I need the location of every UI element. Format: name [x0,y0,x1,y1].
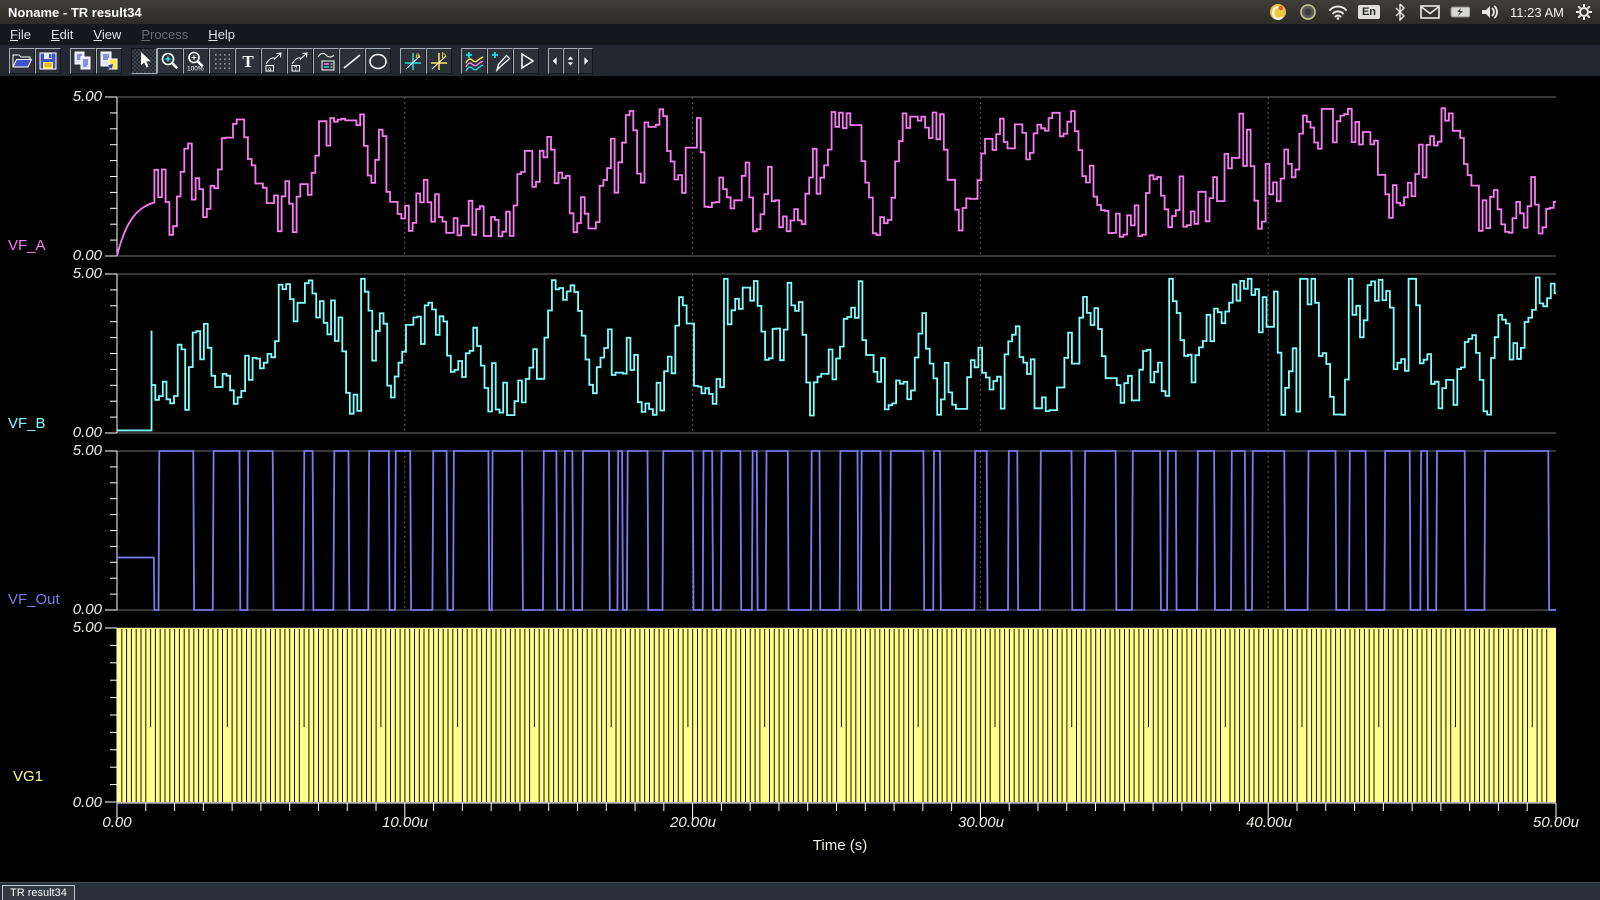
zoom-in-button[interactable] [157,48,183,74]
gear-icon[interactable] [1574,2,1594,22]
tab-bar: TR result34 [0,882,1600,900]
clock-text[interactable]: 11:23 AM [1510,5,1564,20]
zoom-100-icon: 100% [184,49,208,73]
mail-icon[interactable] [1420,2,1440,22]
ellipse-button[interactable] [365,48,391,74]
ellipse-icon [366,49,390,73]
x-tick-20: 20.00u [648,814,738,832]
grid-button[interactable] [209,48,235,74]
tab-tr-result34[interactable]: TR result34 [2,885,75,900]
zoom-in-icon [158,49,182,73]
probe-icon [488,49,512,73]
grid-icon [210,49,234,73]
app-blob-icon[interactable] [1268,2,1288,22]
zoom-100-button[interactable]: 100% [183,48,209,74]
open-icon [10,49,34,73]
line-icon [340,49,364,73]
run-button[interactable] [513,48,539,74]
window-title: Noname - TR result34 [0,5,142,20]
text-icon: T [236,49,260,73]
cursor-b-button[interactable]: b [426,48,452,74]
menu-file[interactable]: File [0,24,41,45]
x-tick-40: 40.00u [1224,814,1314,832]
menu-help[interactable]: Help [198,24,245,45]
nav-spinner-icon [564,49,577,73]
probe-button[interactable] [487,48,513,74]
svg-text:b: b [442,51,447,60]
wifi-icon[interactable] [1328,2,1348,22]
application-window: Noname - TR result34 En 11:23 AM Fil [0,0,1600,900]
select-button[interactable] [131,48,157,74]
annotate-curve-1-button[interactable]: a [261,48,287,74]
title-bar[interactable]: Noname - TR result34 En 11:23 AM [0,0,1600,25]
legend-button[interactable] [313,48,339,74]
vf_b-waveform [117,278,1556,431]
svg-text:?: ? [294,66,298,72]
bluetooth-icon[interactable] [1390,2,1410,22]
toolbar-group-4 [461,48,539,74]
battery-icon[interactable] [1450,2,1470,22]
toolbar-group-2: 100% Ta? [131,48,391,74]
volume-icon[interactable] [1480,2,1500,22]
y-min-label-panel4: 0.00 [36,794,102,812]
toolbar-group-5 [548,48,593,74]
nav-left-button[interactable] [548,48,563,74]
svg-text:a: a [416,51,421,60]
menu-edit[interactable]: Edit [41,24,83,45]
y-max-label-panel3: 5.00 [36,442,102,460]
keyboard-indicator[interactable]: En [1358,5,1380,19]
save-button[interactable] [35,48,61,74]
svg-text:100%: 100% [187,65,204,72]
annotate-curve-2-button[interactable]: ? [287,48,313,74]
y-max-label-panel1: 5.00 [36,88,102,106]
y-min-label-panel2: 0.00 [36,424,102,442]
y-max-label-panel4: 5.00 [36,619,102,637]
plot-area[interactable]: VF_A VF_B VF_Out VG1 5.00 0.00 5.00 0.00… [0,76,1600,882]
x-axis-title: Time (s) [760,837,920,854]
cursor-b-icon: b [427,49,451,73]
session-circle-icon[interactable] [1298,2,1318,22]
save-icon [36,49,60,73]
open-button[interactable] [9,48,35,74]
y-max-label-panel2: 5.00 [36,265,102,283]
toolbar-group-0 [9,48,61,74]
annotate-curve-1-icon: a [262,49,286,73]
menu-bar: File Edit View Process Help [0,24,1600,46]
toolbar-group-1 [70,48,122,74]
show-curves-icon [462,49,486,73]
x-tick-10: 10.00u [360,814,450,832]
nav-spinner-button[interactable] [563,48,578,74]
vf_out-waveform [117,451,1556,610]
vf_a-waveform [117,108,1556,256]
copy-button[interactable] [70,48,96,74]
waveform-canvas [0,76,1600,882]
x-tick-50: 50.00u [1511,814,1600,832]
run-icon [514,49,538,73]
line-button[interactable] [339,48,365,74]
nav-right-button[interactable] [578,48,593,74]
cursor-a-button[interactable]: a [400,48,426,74]
nav-right-icon [579,49,592,73]
x-tick-0: 0.00 [72,814,162,832]
y-min-label-panel1: 0.00 [36,247,102,265]
cursor-a-icon: a [401,49,425,73]
annotate-curve-2-icon: ? [288,49,312,73]
toolbar-group-3: ab [400,48,452,74]
toolbar: 100%Ta?ab [0,45,1600,77]
series-label-vg1: VG1 [13,768,43,786]
menu-process: Process [131,24,198,45]
paste-button[interactable] [96,48,122,74]
y-min-label-panel3: 0.00 [36,601,102,619]
paste-icon [97,49,121,73]
menu-view[interactable]: View [83,24,131,45]
legend-icon [314,49,338,73]
show-curves-button[interactable] [461,48,487,74]
text-button[interactable]: T [235,48,261,74]
select-icon [132,49,156,73]
svg-text:T: T [242,52,254,71]
system-tray: En 11:23 AM [1268,0,1594,24]
nav-left-icon [549,49,562,73]
copy-icon [71,49,95,73]
x-tick-30: 30.00u [936,814,1026,832]
